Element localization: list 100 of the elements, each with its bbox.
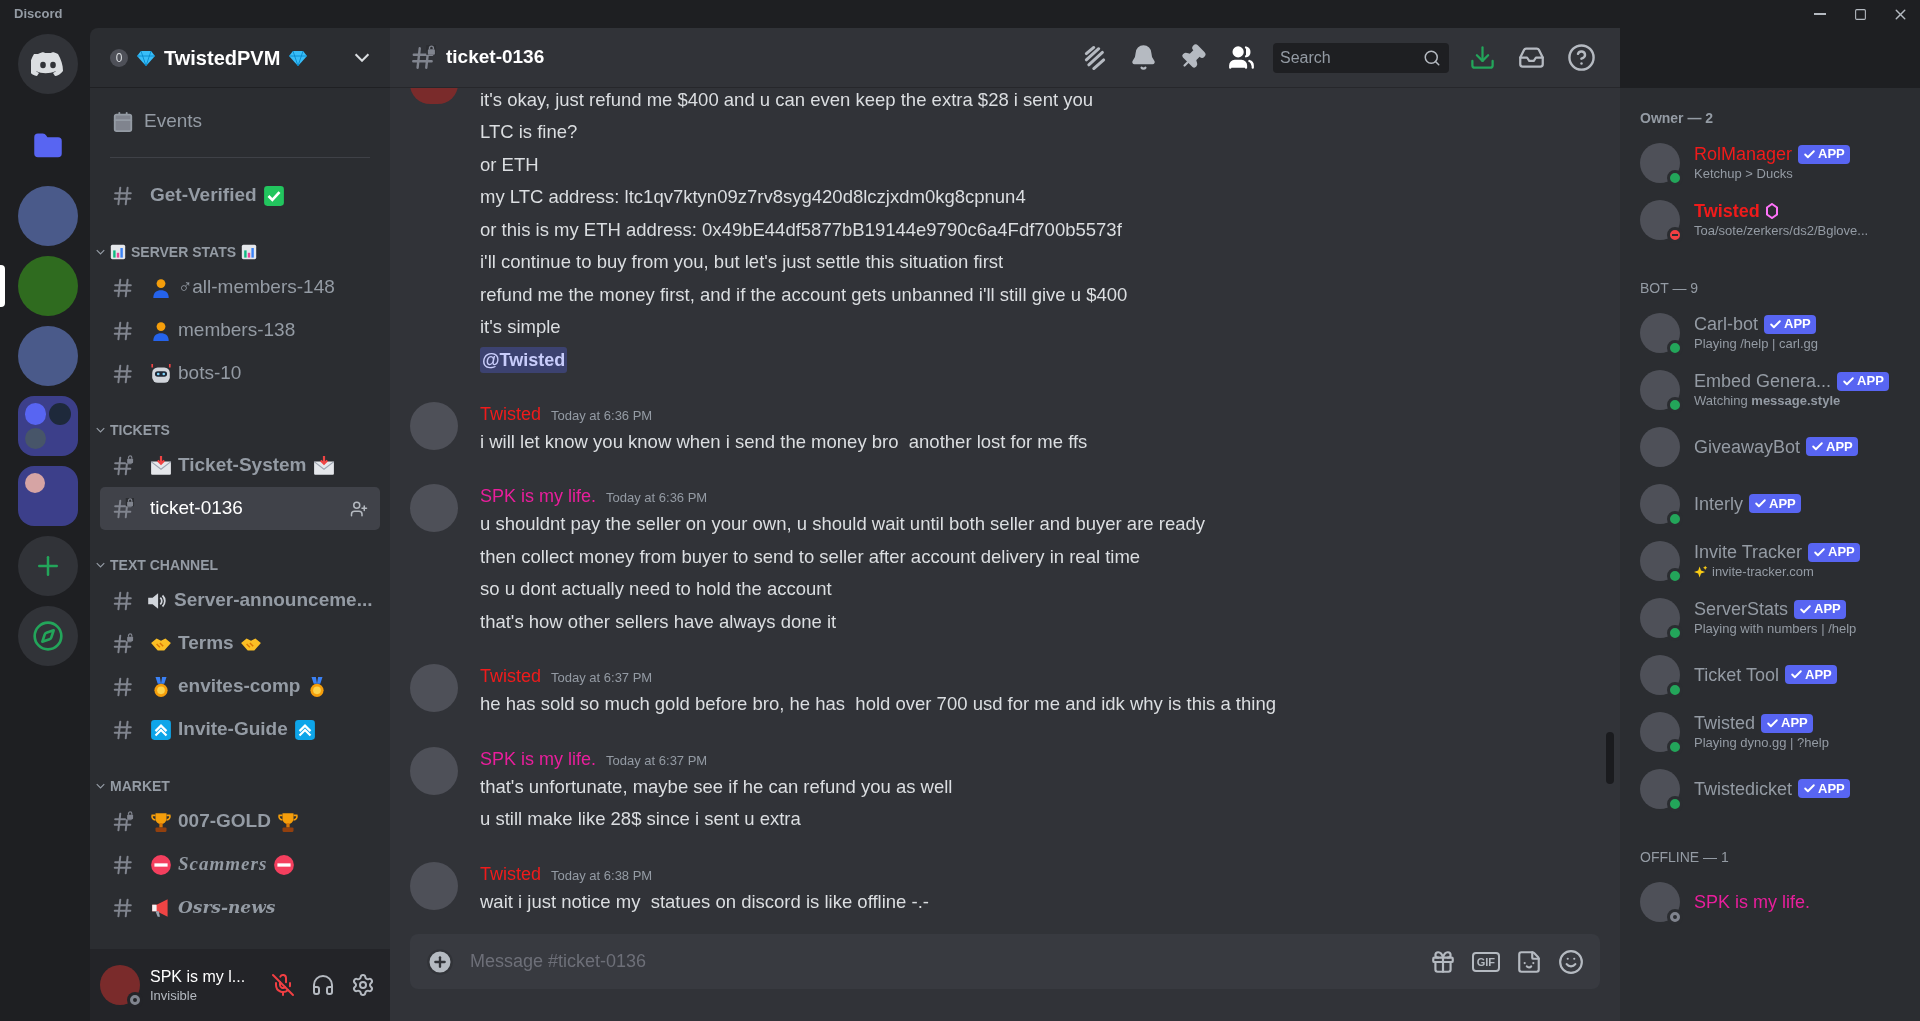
message-text: i will let know you know when i send the money bro another lost for me ffs (480, 429, 1088, 454)
hash-icon (112, 675, 134, 698)
member-avatar[interactable] (1640, 142, 1680, 183)
member-avatar[interactable] (1640, 881, 1680, 922)
channel-link[interactable]: envites-comp (100, 665, 380, 708)
category-header[interactable]: MARKET (90, 772, 390, 800)
message-author[interactable]: Twisted (480, 861, 542, 886)
message-author[interactable]: Twisted (480, 664, 542, 688)
member-name[interactable]: Embed Genera... (1694, 370, 1832, 392)
message-text: or ETH (480, 152, 540, 177)
member-name[interactable]: Twisted (1694, 200, 1760, 222)
channel-link[interactable]: 007-GOLD (100, 800, 380, 843)
hash-icon (112, 319, 134, 342)
category-header[interactable]: TEXT CHANNEL (90, 551, 390, 579)
server-header[interactable]: 0 TwistedPVM (90, 28, 390, 88)
locked-hash-icon (112, 632, 134, 655)
member-name[interactable]: Twistedicket (1694, 777, 1793, 800)
game-controller-logo-icon (30, 51, 65, 77)
gif-button[interactable]: GIF (1471, 951, 1500, 972)
search-field[interactable]: Search (1273, 42, 1449, 73)
mini-server-icon (24, 473, 45, 493)
check-icon (1790, 668, 1804, 681)
member-avatar[interactable] (1640, 597, 1680, 638)
channel-link[interactable]: Ticket-System (100, 444, 380, 487)
member-avatar[interactable] (1640, 483, 1680, 524)
check-icon (1803, 147, 1817, 161)
message-author[interactable]: SPK is my life. (480, 746, 597, 771)
message-text: my LTC address: ltc1qv7ktyn09z7rv8syg420d8lczjxdm0kg8cpnun4 (480, 185, 1027, 209)
emoji-icon[interactable] (1558, 948, 1584, 975)
chart-emoji-icon (110, 244, 126, 260)
channel-link[interactable]: Invite-Guide (100, 708, 380, 751)
member-avatar[interactable] (1640, 369, 1680, 410)
message-input[interactable]: Message #ticket-0136 (470, 948, 1414, 975)
chevron-down-icon (96, 783, 105, 789)
channel-link[interactable]: Scammers (100, 843, 380, 886)
member-avatar[interactable] (1640, 199, 1680, 240)
member-avatar[interactable] (1640, 711, 1680, 752)
member-name[interactable]: SPK is my life. (1694, 890, 1811, 913)
message-text: so u dont actually need to hold the account (480, 577, 833, 601)
member-name[interactable]: ServerStats (1694, 598, 1789, 620)
chevron-down-icon (96, 249, 105, 255)
message-author[interactable]: SPK is my life. (480, 484, 597, 508)
sparkles-emoji-icon (1694, 564, 1708, 579)
check-icon (1813, 545, 1827, 559)
channel-link[interactable]: Terms (100, 622, 380, 665)
app-badge: APP (1808, 542, 1860, 562)
channel-link[interactable]: bots-10 (100, 352, 380, 395)
member-avatar[interactable] (1640, 654, 1680, 695)
message-timestamp: Today at 6:36 PM (551, 406, 653, 425)
channel-link[interactable]: Get-Verified (100, 174, 380, 217)
app-badge: APP (1794, 599, 1846, 619)
check-icon (1799, 602, 1813, 616)
channel-link[interactable]: Osrs-news (100, 886, 380, 929)
hash-icon (112, 589, 134, 612)
member-name[interactable]: Invite Tracker (1694, 541, 1803, 563)
hash-icon (112, 853, 134, 876)
member-name[interactable]: Twisted (1694, 712, 1756, 734)
message-text: it's okay, just refund me $400 and u can even keep the extra $28 i sent you (480, 88, 1095, 112)
sticker-icon[interactable] (1516, 948, 1542, 975)
member-avatar[interactable] (1640, 768, 1680, 809)
message-author[interactable]: Twisted (480, 401, 542, 426)
app-badge: APP (1806, 437, 1858, 456)
category-header[interactable]: TICKETS (90, 416, 390, 444)
channel-link[interactable]: Server-announceme... (100, 579, 380, 622)
server-folder[interactable] (17, 466, 78, 526)
member-section-title: OFFLINE — 1 (1639, 848, 1730, 867)
hash-icon (112, 896, 134, 919)
member-name[interactable]: Carl-bot (1694, 313, 1759, 335)
trophy-emoji-icon (276, 810, 299, 833)
message-composer[interactable]: Message #ticket-0136 GIF (410, 934, 1600, 989)
add-member-icon[interactable] (350, 499, 368, 518)
threads-icon (1082, 44, 1108, 71)
user-avatar[interactable] (100, 965, 140, 1005)
events-link[interactable]: Events (100, 100, 380, 143)
member-activity: invite-tracker.com (1712, 563, 1814, 580)
help-icon (1567, 43, 1596, 72)
bell-icon (1130, 44, 1157, 71)
server-folder[interactable] (17, 396, 78, 456)
member-name[interactable]: RolManager (1694, 143, 1793, 165)
member-avatar[interactable] (1640, 540, 1680, 581)
scrollbar-thumb[interactable] (1606, 732, 1614, 784)
channel-link[interactable]: ticket-0136 (100, 487, 380, 530)
envelope-emoji-icon (150, 454, 172, 477)
download-icon (1469, 44, 1496, 71)
user-mention[interactable]: @Twisted (480, 346, 568, 373)
channel-link[interactable]: ♂all-members-148 (100, 266, 380, 309)
check-icon (1754, 497, 1768, 510)
member-name[interactable]: GiveawayBot (1694, 435, 1801, 458)
category-header[interactable]: SERVER STATS (90, 238, 390, 266)
message-timestamp: Today at 6:38 PM (551, 866, 653, 885)
selected-indicator (0, 265, 5, 307)
channel-link[interactable]: members-138 (100, 309, 380, 352)
member-avatar[interactable] (1640, 312, 1680, 353)
member-name[interactable]: Ticket Tool (1694, 663, 1780, 686)
message-timestamp: Today at 6:37 PM (551, 669, 653, 687)
calendar-icon (112, 110, 134, 133)
message-text: u shouldnt pay the seller on your own, u should wait until both seller and buyer are ready (480, 512, 1206, 536)
member-name[interactable]: Interly (1694, 492, 1744, 515)
add-attachment-icon[interactable] (426, 947, 454, 976)
gift-icon[interactable] (1429, 948, 1456, 975)
